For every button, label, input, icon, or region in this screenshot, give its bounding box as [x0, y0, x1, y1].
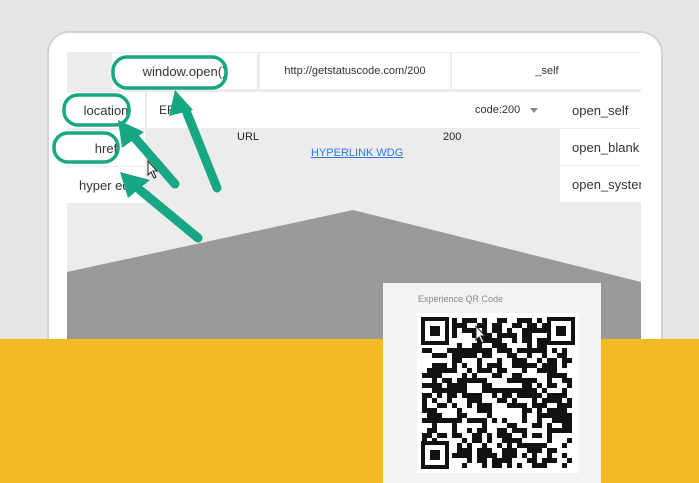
- target-value: _self: [535, 65, 559, 77]
- location-cell[interactable]: location: [67, 92, 145, 128]
- chevron-down-icon: [530, 107, 539, 113]
- code-select[interactable]: code:200: [475, 92, 561, 128]
- hyperlink-wdg-link[interactable]: HYPERLINK WDG: [311, 147, 403, 159]
- open-system-button[interactable]: open_system: [560, 166, 641, 202]
- href-label: href: [94, 140, 118, 156]
- window-open-label: window.open(): [142, 63, 227, 79]
- url-value: http://getstatuscode.com/200: [284, 65, 426, 77]
- location-label: location: [83, 102, 129, 118]
- hyper-label: hyper ed: [79, 177, 130, 193]
- qr-code-image: [417, 313, 579, 473]
- open-blank-label: open_blank: [572, 139, 640, 155]
- open-self-label: open_self: [572, 102, 629, 118]
- url-field[interactable]: http://getstatuscode.com/200: [260, 53, 450, 89]
- code-label: 200: [443, 131, 462, 143]
- err-input-value: ERI: [159, 103, 180, 117]
- hyper-cell[interactable]: hyper ed: [67, 167, 145, 203]
- open-self-button[interactable]: open_self: [560, 92, 641, 128]
- window-open-cell[interactable]: window.open(): [112, 53, 257, 89]
- href-cell[interactable]: href: [67, 130, 145, 166]
- open-system-label: open_system: [572, 176, 641, 192]
- open-blank-button[interactable]: open_blank: [560, 129, 641, 165]
- target-field[interactable]: _self: [452, 53, 641, 89]
- qr-card-title: Experience QR Code: [418, 294, 504, 304]
- qr-card: Experience QR Code: [383, 283, 601, 483]
- code-select-value: code:200: [475, 104, 521, 116]
- url-label: URL: [237, 131, 260, 143]
